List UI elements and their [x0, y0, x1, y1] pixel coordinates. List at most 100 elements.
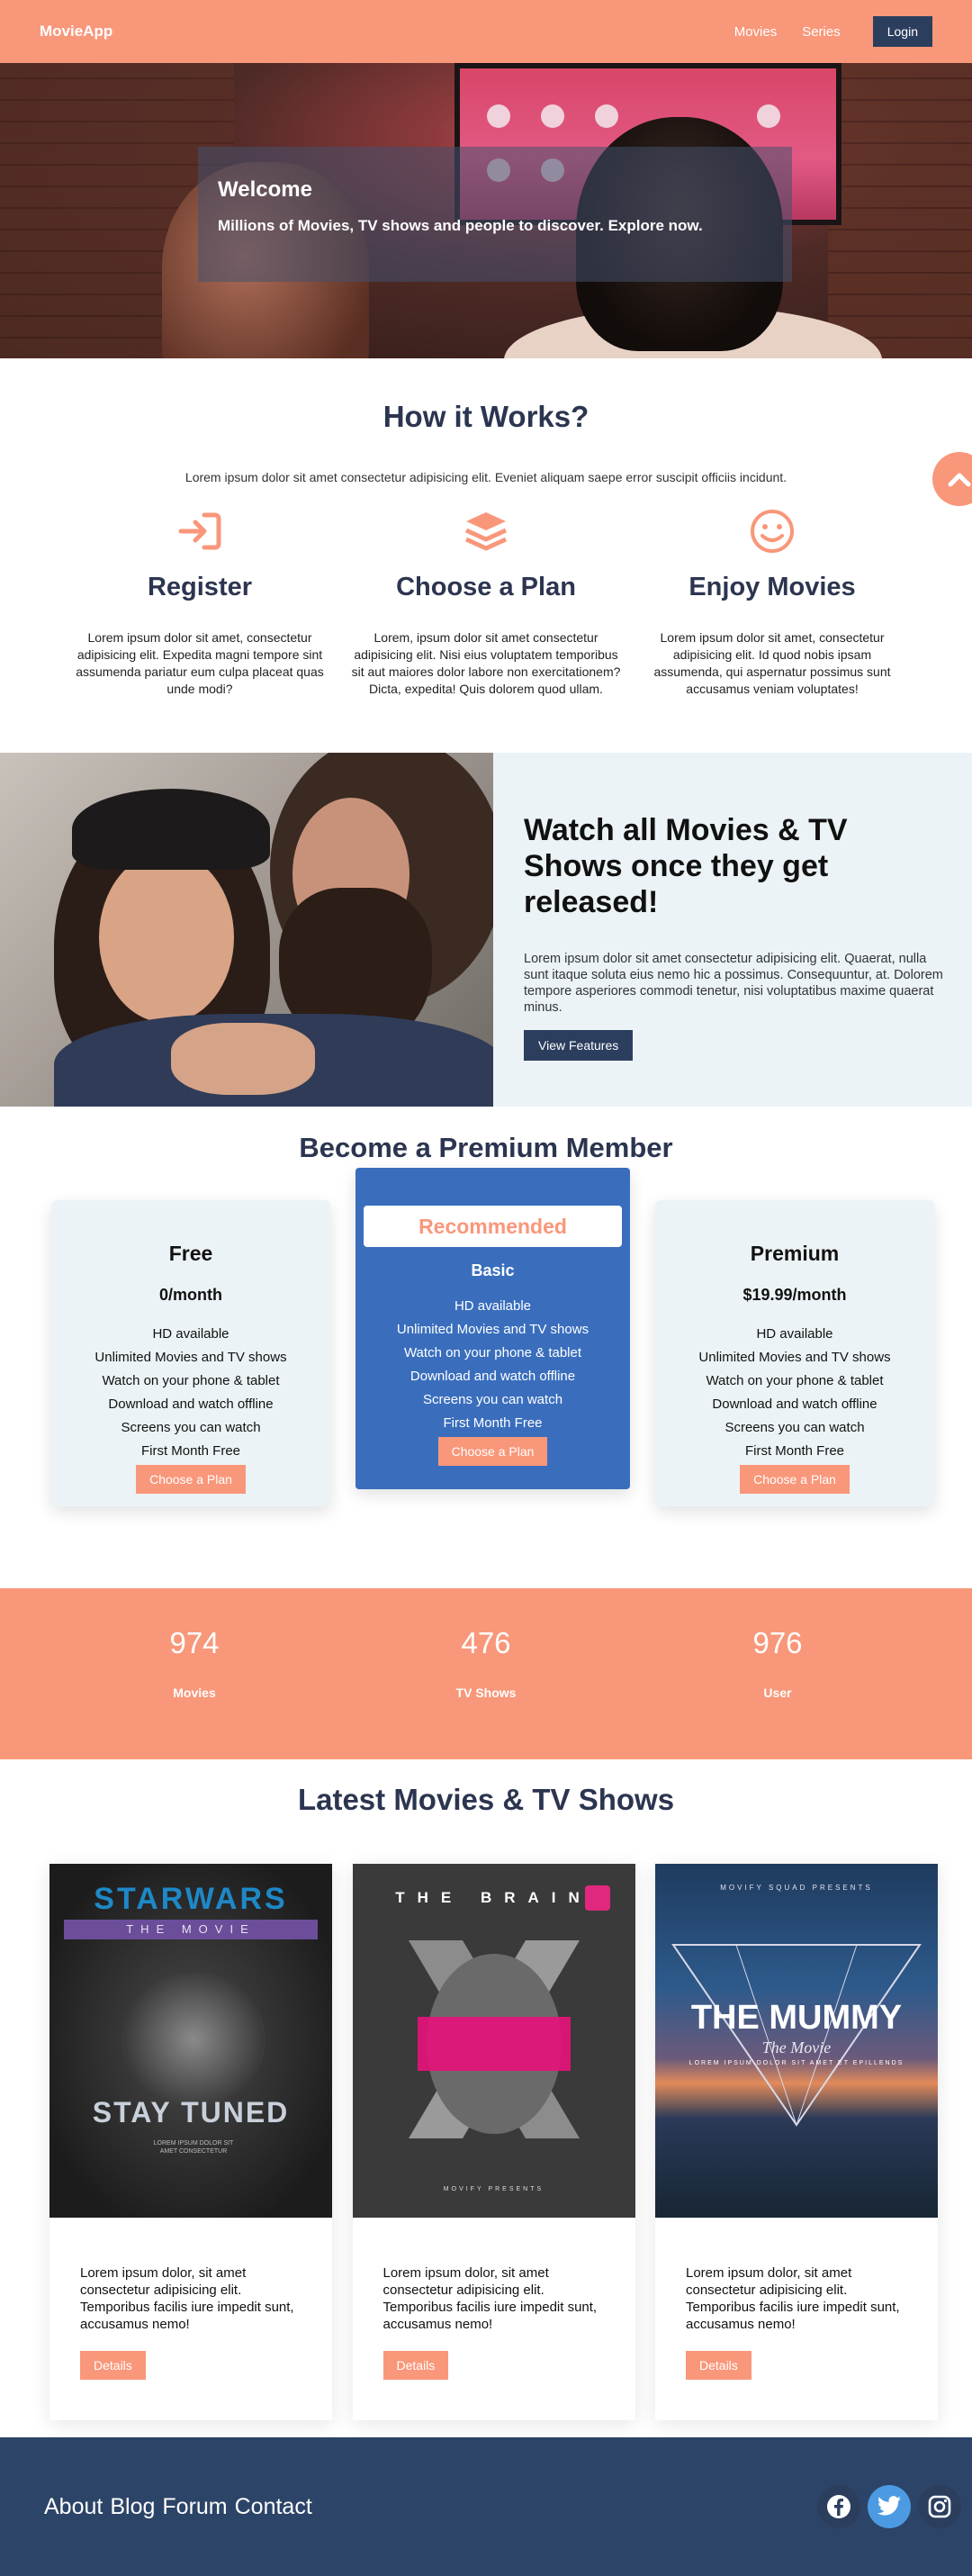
plan-feature: HD available	[756, 1326, 833, 1342]
smile-icon	[745, 506, 799, 556]
plan-feature: First Month Free	[744, 1443, 845, 1459]
pricing-title: Become a Premium Member	[299, 1132, 673, 1163]
plan-feature: Screens you can watch	[422, 1392, 563, 1407]
poster-credit: MOVIFY SQUAD PRESENTS	[720, 1884, 873, 1892]
facebook-icon[interactable]	[817, 2485, 860, 2528]
movie-description: Lorem ipsum dolor, sit amet consectetur …	[382, 2265, 598, 2332]
nav-link-series[interactable]: Series	[802, 24, 841, 40]
how-it-works-section: How it Works? Lorem ipsum dolor sit amet…	[0, 358, 972, 753]
plan-feature: HD available	[152, 1326, 230, 1342]
details-button[interactable]: Details	[382, 2351, 449, 2380]
choose-plan-button[interactable]: Choose a Plan	[136, 1465, 246, 1494]
plan-feature: Unlimited Movies and TV shows	[396, 1322, 590, 1337]
plan-feature: First Month Free	[140, 1443, 241, 1459]
chevron-up-icon	[948, 473, 971, 487]
plan-feature: Unlimited Movies and TV shows	[94, 1350, 287, 1365]
movie-description: Lorem ipsum dolor, sit amet consectetur …	[80, 2265, 294, 2332]
stat-value: 974	[169, 1626, 220, 1659]
stat-movies: 974 Movies	[59, 1588, 329, 1759]
instagram-icon[interactable]	[918, 2485, 961, 2528]
feature-title: Watch all Movies & TV Shows once they ge…	[524, 813, 848, 919]
movie-description: Lorem ipsum dolor, sit amet consectetur …	[686, 2265, 900, 2332]
latest-title: Latest Movies & TV Shows	[297, 1783, 675, 1816]
plan-feature: Screens you can watch	[121, 1420, 261, 1435]
navbar: MovieApp Movies Series Login	[0, 0, 972, 63]
stats-section: 974 Movies 476 TV Shows 976 User	[0, 1588, 972, 1759]
poster-title: STARWARS	[94, 1882, 288, 1916]
poster-the-brain[interactable]: THE BRAIN MOVIFY PRESENTS	[352, 1864, 635, 2218]
poster-subtitle: The Movie	[761, 2038, 832, 2056]
plan-feature: First Month Free	[443, 1415, 543, 1431]
step-choose-plan: Choose a Plan Lorem, ipsum dolor sit ame…	[351, 506, 621, 698]
plan-card-basic: Recommended Basic HD available Unlimited…	[356, 1168, 630, 1489]
stat-value: 976	[752, 1626, 803, 1659]
feature-content: Watch all Movies & TV Shows once they ge…	[493, 753, 972, 1107]
poster-starwars[interactable]: STARWARS THE MOVIE STAY TUNED LOREM IPSU…	[50, 1864, 332, 2218]
plan-feature: Watch on your phone & tablet	[102, 1373, 280, 1388]
login-button[interactable]: Login	[872, 16, 932, 47]
plan-name: Basic	[471, 1261, 515, 1279]
step-text: Lorem ipsum dolor sit amet, consectetur …	[76, 630, 324, 696]
details-button[interactable]: Details	[80, 2351, 146, 2380]
movie-card-body: Lorem ipsum dolor, sit amet consectetur …	[353, 2218, 635, 2380]
feature-text: Lorem ipsum dolor sit amet consectetur a…	[524, 952, 943, 1015]
footer-links: About Blog Forum Contact	[44, 2494, 312, 2520]
poster-credit: MOVIFY PRESENTS	[443, 2186, 544, 2192]
plan-feature: HD available	[454, 1298, 532, 1314]
choose-plan-button[interactable]: Choose a Plan	[740, 1465, 850, 1494]
step-text: Lorem ipsum dolor sit amet, consectetur …	[653, 630, 891, 696]
movie-card-body: Lorem ipsum dolor, sit amet consectetur …	[655, 2218, 938, 2380]
twitter-icon[interactable]	[868, 2485, 911, 2528]
poster-fine-print: LOREM IPSUM DOLOR SIT AMET CONSECTETUR	[153, 2140, 234, 2155]
stat-label: Movies	[173, 1686, 216, 1700]
plan-feature: Download and watch offline	[410, 1369, 576, 1384]
stat-label: User	[763, 1686, 792, 1700]
footer-link-about[interactable]: About	[44, 2494, 103, 2520]
plan-price: 0/month	[159, 1286, 222, 1304]
plan-feature: Screens you can watch	[724, 1420, 865, 1435]
plan-features: HD available Unlimited Movies and TV sho…	[356, 1295, 630, 1435]
footer-link-forum[interactable]: Forum	[162, 2494, 227, 2520]
plan-feature: Download and watch offline	[108, 1396, 274, 1412]
movie-cards: STARWARS THE MOVIE STAY TUNED LOREM IPSU…	[0, 1864, 972, 2420]
plan-name: Free	[168, 1242, 213, 1265]
plan-feature: Watch on your phone & tablet	[706, 1373, 884, 1388]
choose-plan-button[interactable]: Choose a Plan	[437, 1437, 548, 1466]
plan-features: HD available Unlimited Movies and TV sho…	[51, 1323, 330, 1463]
movie-card: MOVIFY SQUAD PRESENTS THE MUMMY The Movi…	[655, 1864, 938, 2420]
steps: Register Lorem ipsum dolor sit amet, con…	[0, 506, 972, 698]
view-features-button[interactable]: View Features	[524, 1030, 634, 1061]
movie-card-body: Lorem ipsum dolor, sit amet consectetur …	[50, 2218, 332, 2380]
movie-card: THE BRAIN MOVIFY PRESENTS Lorem ipsum do…	[352, 1864, 635, 2420]
stat-label: TV Shows	[455, 1686, 517, 1700]
footer-link-contact[interactable]: Contact	[235, 2494, 312, 2520]
scroll-top-button[interactable]	[932, 452, 972, 506]
social-links	[817, 2485, 961, 2528]
step-title: Enjoy Movies	[688, 573, 856, 601]
details-button[interactable]: Details	[686, 2351, 752, 2380]
nav-link-movies[interactable]: Movies	[734, 24, 778, 40]
couple-image	[0, 753, 493, 1107]
sign-in-icon	[173, 506, 227, 556]
how-it-works-intro: Lorem ipsum dolor sit amet consectetur a…	[184, 470, 788, 484]
hero-caption: Welcome Millions of Movies, TV shows and…	[198, 147, 792, 282]
hero-banner: Welcome Millions of Movies, TV shows and…	[0, 63, 972, 358]
step-text: Lorem, ipsum dolor sit amet consectetur …	[351, 630, 621, 696]
pricing-cards: Free 0/month HD available Unlimited Movi…	[0, 1164, 972, 1560]
plan-feature: Download and watch offline	[712, 1396, 878, 1412]
brand-logo[interactable]: MovieApp	[40, 23, 112, 41]
plan-card-premium: Premium $19.99/month HD available Unlimi…	[655, 1200, 934, 1506]
layers-icon	[459, 506, 513, 556]
plan-card-free: Free 0/month HD available Unlimited Movi…	[51, 1200, 330, 1506]
footer: About Blog Forum Contact	[0, 2437, 972, 2576]
stat-tv-shows: 476 TV Shows	[351, 1588, 621, 1759]
poster-tagline: STAY TUNED	[92, 2096, 290, 2129]
poster-the-mummy[interactable]: MOVIFY SQUAD PRESENTS THE MUMMY The Movi…	[655, 1864, 938, 2218]
plan-feature: Watch on your phone & tablet	[403, 1345, 582, 1360]
footer-link-blog[interactable]: Blog	[110, 2494, 155, 2520]
hero-subtitle: Millions of Movies, TV shows and people …	[218, 217, 703, 234]
feature-section: Watch all Movies & TV Shows once they ge…	[0, 753, 972, 1107]
movie-card: STARWARS THE MOVIE STAY TUNED LOREM IPSU…	[50, 1864, 332, 2420]
step-title: Register	[147, 573, 253, 601]
nav-links: Movies Series Login	[734, 16, 932, 47]
